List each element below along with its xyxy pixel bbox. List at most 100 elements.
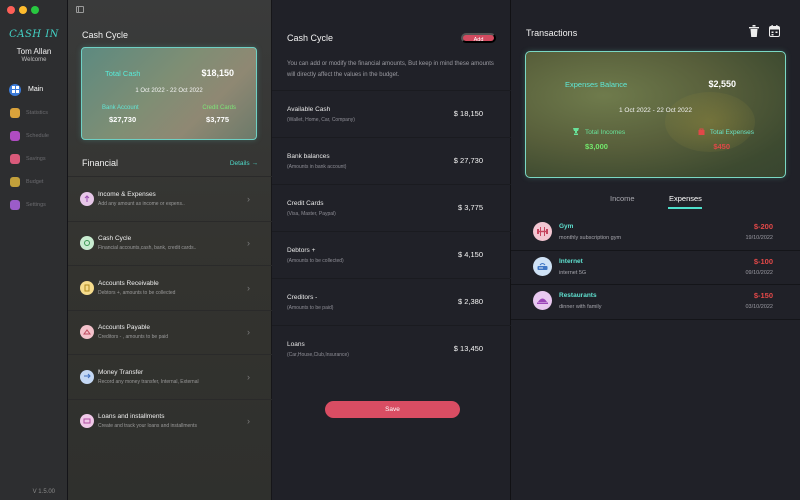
expenses-date-range: 1 Oct 2022 - 22 Oct 2022 bbox=[619, 107, 692, 114]
gear-icon bbox=[10, 199, 20, 210]
zoom-window-button[interactable] bbox=[31, 6, 39, 14]
chevron-right-icon: › bbox=[247, 238, 250, 249]
financial-item-income-expenses[interactable]: Income & Expenses Add any amount as incom… bbox=[68, 176, 272, 221]
amount-value[interactable]: $ 2,380 bbox=[458, 297, 483, 306]
transactions-panel: Transactions Expenses Balance $2,550 1 O… bbox=[511, 0, 800, 500]
amount-value[interactable]: $ 3,775 bbox=[458, 203, 483, 212]
amount-name: Available Cash bbox=[287, 106, 331, 113]
payable-icon bbox=[80, 325, 94, 340]
amount-row-debtors[interactable]: Debtors + (Amounts to be collected) $ 4,… bbox=[272, 231, 511, 278]
expenses-balance-card[interactable]: Expenses Balance $2,550 1 Oct 2022 - 22 … bbox=[525, 51, 786, 178]
transaction-date: 19/10/2022 bbox=[745, 235, 773, 241]
total-expenses-label: Total Expenses bbox=[709, 129, 754, 136]
sidebar-item-savings[interactable]: Savings bbox=[0, 147, 68, 170]
total-expenses: Total Expenses bbox=[698, 128, 754, 137]
piggy-icon bbox=[10, 153, 20, 164]
amount-value[interactable]: $ 27,730 bbox=[454, 156, 483, 165]
financial-item-accounts-receivable[interactable]: Accounts Receivable Debtors +, amounts to… bbox=[68, 265, 272, 310]
user-greeting: Welcome bbox=[21, 57, 47, 63]
list-item[interactable]: Internet internet 5G $-100 09/10/2022 bbox=[511, 251, 800, 285]
tab-income[interactable]: Income bbox=[610, 194, 635, 203]
amount-desc: (Car,House,Club,Insurance) bbox=[287, 352, 349, 358]
expenses-balance-label: Expenses Balance bbox=[565, 80, 628, 89]
add-button[interactable]: Add bbox=[461, 33, 496, 43]
receivable-icon bbox=[80, 280, 94, 295]
app-logo: CASH IN bbox=[9, 29, 59, 40]
calendar-icon[interactable] bbox=[769, 25, 780, 37]
sidebar-item-label: Statistics bbox=[26, 109, 49, 116]
expenses-balance-value: $2,550 bbox=[708, 79, 736, 89]
chevron-right-icon: › bbox=[247, 327, 250, 338]
transaction-desc: internet 5G bbox=[559, 269, 587, 276]
bag-icon bbox=[698, 128, 705, 137]
list-item[interactable]: Gym monthly subscription gym $-200 19/10… bbox=[511, 216, 800, 251]
bank-account-value: $27,730 bbox=[109, 115, 137, 124]
amount-desc: (Amounts in bank account) bbox=[287, 164, 347, 170]
amount-value[interactable]: $ 13,450 bbox=[454, 344, 483, 353]
total-incomes-label: Total Incomes bbox=[585, 129, 626, 136]
tab-expenses[interactable]: Expenses bbox=[669, 194, 702, 203]
transaction-name: Internet bbox=[559, 257, 583, 265]
sidebar-item-budget[interactable]: Budget bbox=[0, 170, 68, 193]
chevron-right-icon: › bbox=[247, 371, 250, 382]
sidebar-item-main[interactable]: Main bbox=[0, 78, 68, 101]
close-window-button[interactable] bbox=[7, 6, 15, 14]
cash-cycle-date-range: 1 Oct 2022 - 22 Oct 2022 bbox=[135, 88, 203, 94]
sidebar-item-statistics[interactable]: Statistics bbox=[0, 101, 68, 124]
financial-item-loans[interactable]: Loans and installments Create and track y… bbox=[68, 398, 272, 444]
amount-name: Credit Cards bbox=[287, 200, 324, 207]
sidebar-toggle-icon[interactable] bbox=[76, 6, 84, 13]
save-button[interactable]: Save bbox=[325, 401, 460, 418]
trophy-icon bbox=[572, 128, 580, 137]
financial-item-desc: Debtors +, amounts to be collected bbox=[98, 289, 176, 296]
amount-name: Debtors + bbox=[287, 247, 316, 254]
cash-cycle-title: Cash Cycle bbox=[82, 30, 129, 40]
sidebar-nav: Main Statistics Schedule Savings Budget … bbox=[0, 78, 68, 216]
amount-desc: (Visa, Master, Paypal) bbox=[287, 211, 336, 217]
financial-list: Income & Expenses Add any amount as incom… bbox=[68, 176, 272, 443]
app-window: CASH IN Tom Allan Welcome Main Statistic… bbox=[0, 0, 800, 500]
restaurant-icon bbox=[533, 291, 552, 310]
credit-cards-value: $3,775 bbox=[206, 115, 229, 124]
financial-item-name: Accounts Payable bbox=[98, 324, 151, 332]
sidebar-item-settings[interactable]: Settings bbox=[0, 193, 68, 216]
transactions-list: Gym monthly subscription gym $-200 19/10… bbox=[511, 216, 800, 320]
total-incomes-value: $3,000 bbox=[585, 142, 608, 151]
amount-row-bank-balances[interactable]: Bank balances (Amounts in bank account) … bbox=[272, 137, 511, 184]
editor-description: You can add or modify the financial amou… bbox=[287, 61, 494, 78]
cash-cycle-card[interactable]: Total Cash $18,150 1 Oct 2022 - 22 Oct 2… bbox=[81, 47, 257, 140]
list-item[interactable]: Restaurants dinner with family $-150 03/… bbox=[511, 285, 800, 320]
transaction-desc: dinner with family bbox=[559, 304, 602, 310]
amount-row-loans[interactable]: Loans (Car,House,Club,Insurance) $ 13,45… bbox=[272, 325, 511, 372]
amount-desc: (Wallet, Home, Car, Company) bbox=[287, 117, 355, 123]
transaction-amount: $-200 bbox=[753, 222, 773, 231]
calendar-icon bbox=[10, 130, 20, 141]
overview-panel: Cash Cycle Total Cash $18,150 1 Oct 2022… bbox=[68, 0, 272, 500]
budget-icon bbox=[10, 176, 20, 187]
editor-title: Cash Cycle bbox=[287, 33, 334, 43]
financial-item-money-transfer[interactable]: Money Transfer Record any money transfer,… bbox=[68, 354, 272, 399]
cash-cycle-editor: Cash Cycle Add You can add or modify the… bbox=[272, 0, 511, 500]
total-incomes: Total Incomes bbox=[572, 128, 625, 137]
active-tab-indicator bbox=[668, 207, 702, 209]
router-icon bbox=[533, 256, 552, 276]
transaction-date: 09/10/2022 bbox=[745, 269, 773, 276]
amount-value[interactable]: $ 18,150 bbox=[454, 109, 483, 118]
financial-item-name: Accounts Receivable bbox=[98, 279, 159, 287]
financial-details-link[interactable]: Details → bbox=[230, 160, 258, 167]
sidebar-item-label: Schedule bbox=[26, 132, 49, 139]
transactions-toolbar bbox=[748, 25, 780, 37]
minimize-window-button[interactable] bbox=[19, 6, 27, 14]
transfer-icon bbox=[80, 369, 94, 384]
sidebar-item-schedule[interactable]: Schedule bbox=[0, 124, 68, 147]
amount-value[interactable]: $ 4,150 bbox=[458, 250, 483, 259]
amount-row-credit-cards[interactable]: Credit Cards (Visa, Master, Paypal) $ 3,… bbox=[272, 184, 511, 231]
amount-row-creditors[interactable]: Creditors - (Amounts to be paid) $ 2,380 bbox=[272, 278, 511, 325]
gym-icon bbox=[533, 222, 552, 241]
financial-item-name: Money Transfer bbox=[98, 368, 144, 376]
financial-item-accounts-payable[interactable]: Accounts Payable Creditors - , amounts to… bbox=[68, 309, 272, 355]
amount-row-available-cash[interactable]: Available Cash (Wallet, Home, Car, Compa… bbox=[272, 90, 511, 137]
transactions-title: Transactions bbox=[526, 28, 578, 38]
trash-icon[interactable] bbox=[748, 25, 759, 37]
financial-item-cash-cycle[interactable]: Cash Cycle Financial accounts,cash, bank,… bbox=[68, 220, 272, 266]
